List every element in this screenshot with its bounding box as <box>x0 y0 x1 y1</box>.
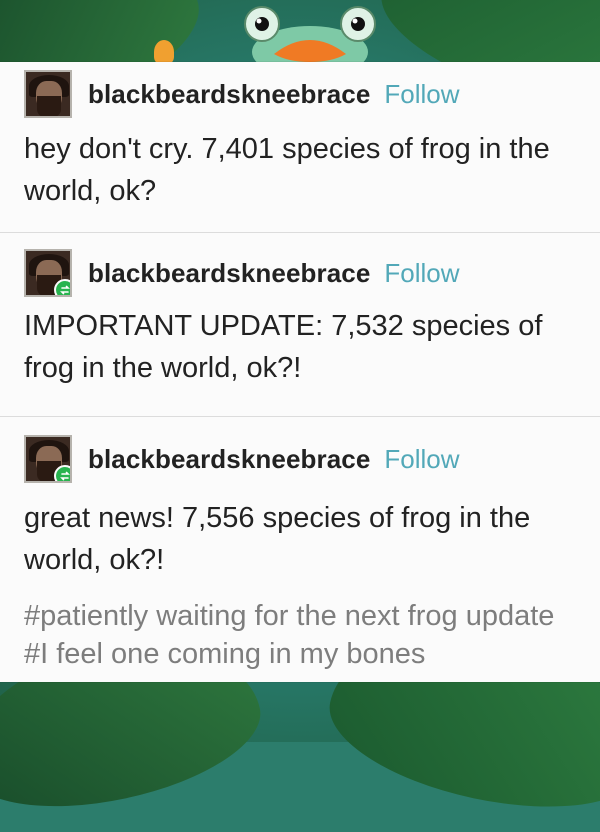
post-text: great news! 7,556 species of frog in the… <box>24 502 531 576</box>
post-header: blackbeardskneebrace Follow <box>24 435 460 483</box>
avatar[interactable] <box>24 249 72 297</box>
post-stack: blackbeardskneebrace Follow hey don't cr… <box>0 62 600 682</box>
reblog-icon <box>54 465 70 481</box>
follow-button[interactable]: Follow <box>384 258 459 289</box>
reblog-icon <box>54 279 70 295</box>
username[interactable]: blackbeardskneebrace <box>88 444 370 475</box>
post-text: hey don't cry. 7,401 species of frog in … <box>24 133 550 207</box>
post: blackbeardskneebrace Follow great news! … <box>0 416 600 683</box>
post-text: IMPORTANT UPDATE: 7,532 species of frog … <box>24 310 543 384</box>
post: blackbeardskneebrace Follow IMPORTANT UP… <box>0 232 600 417</box>
avatar[interactable] <box>24 70 72 118</box>
follow-button[interactable]: Follow <box>384 79 459 110</box>
username[interactable]: blackbeardskneebrace <box>88 79 370 110</box>
frog-hand <box>154 40 174 64</box>
post-header: blackbeardskneebrace Follow <box>24 249 460 297</box>
post-header: blackbeardskneebrace Follow <box>24 70 460 118</box>
username[interactable]: blackbeardskneebrace <box>88 258 370 289</box>
frog-peeking <box>244 6 376 64</box>
post-tags[interactable]: #patiently waiting for the next frog upd… <box>24 597 576 673</box>
follow-button[interactable]: Follow <box>384 444 459 475</box>
avatar[interactable] <box>24 435 72 483</box>
post: blackbeardskneebrace Follow hey don't cr… <box>0 62 600 232</box>
